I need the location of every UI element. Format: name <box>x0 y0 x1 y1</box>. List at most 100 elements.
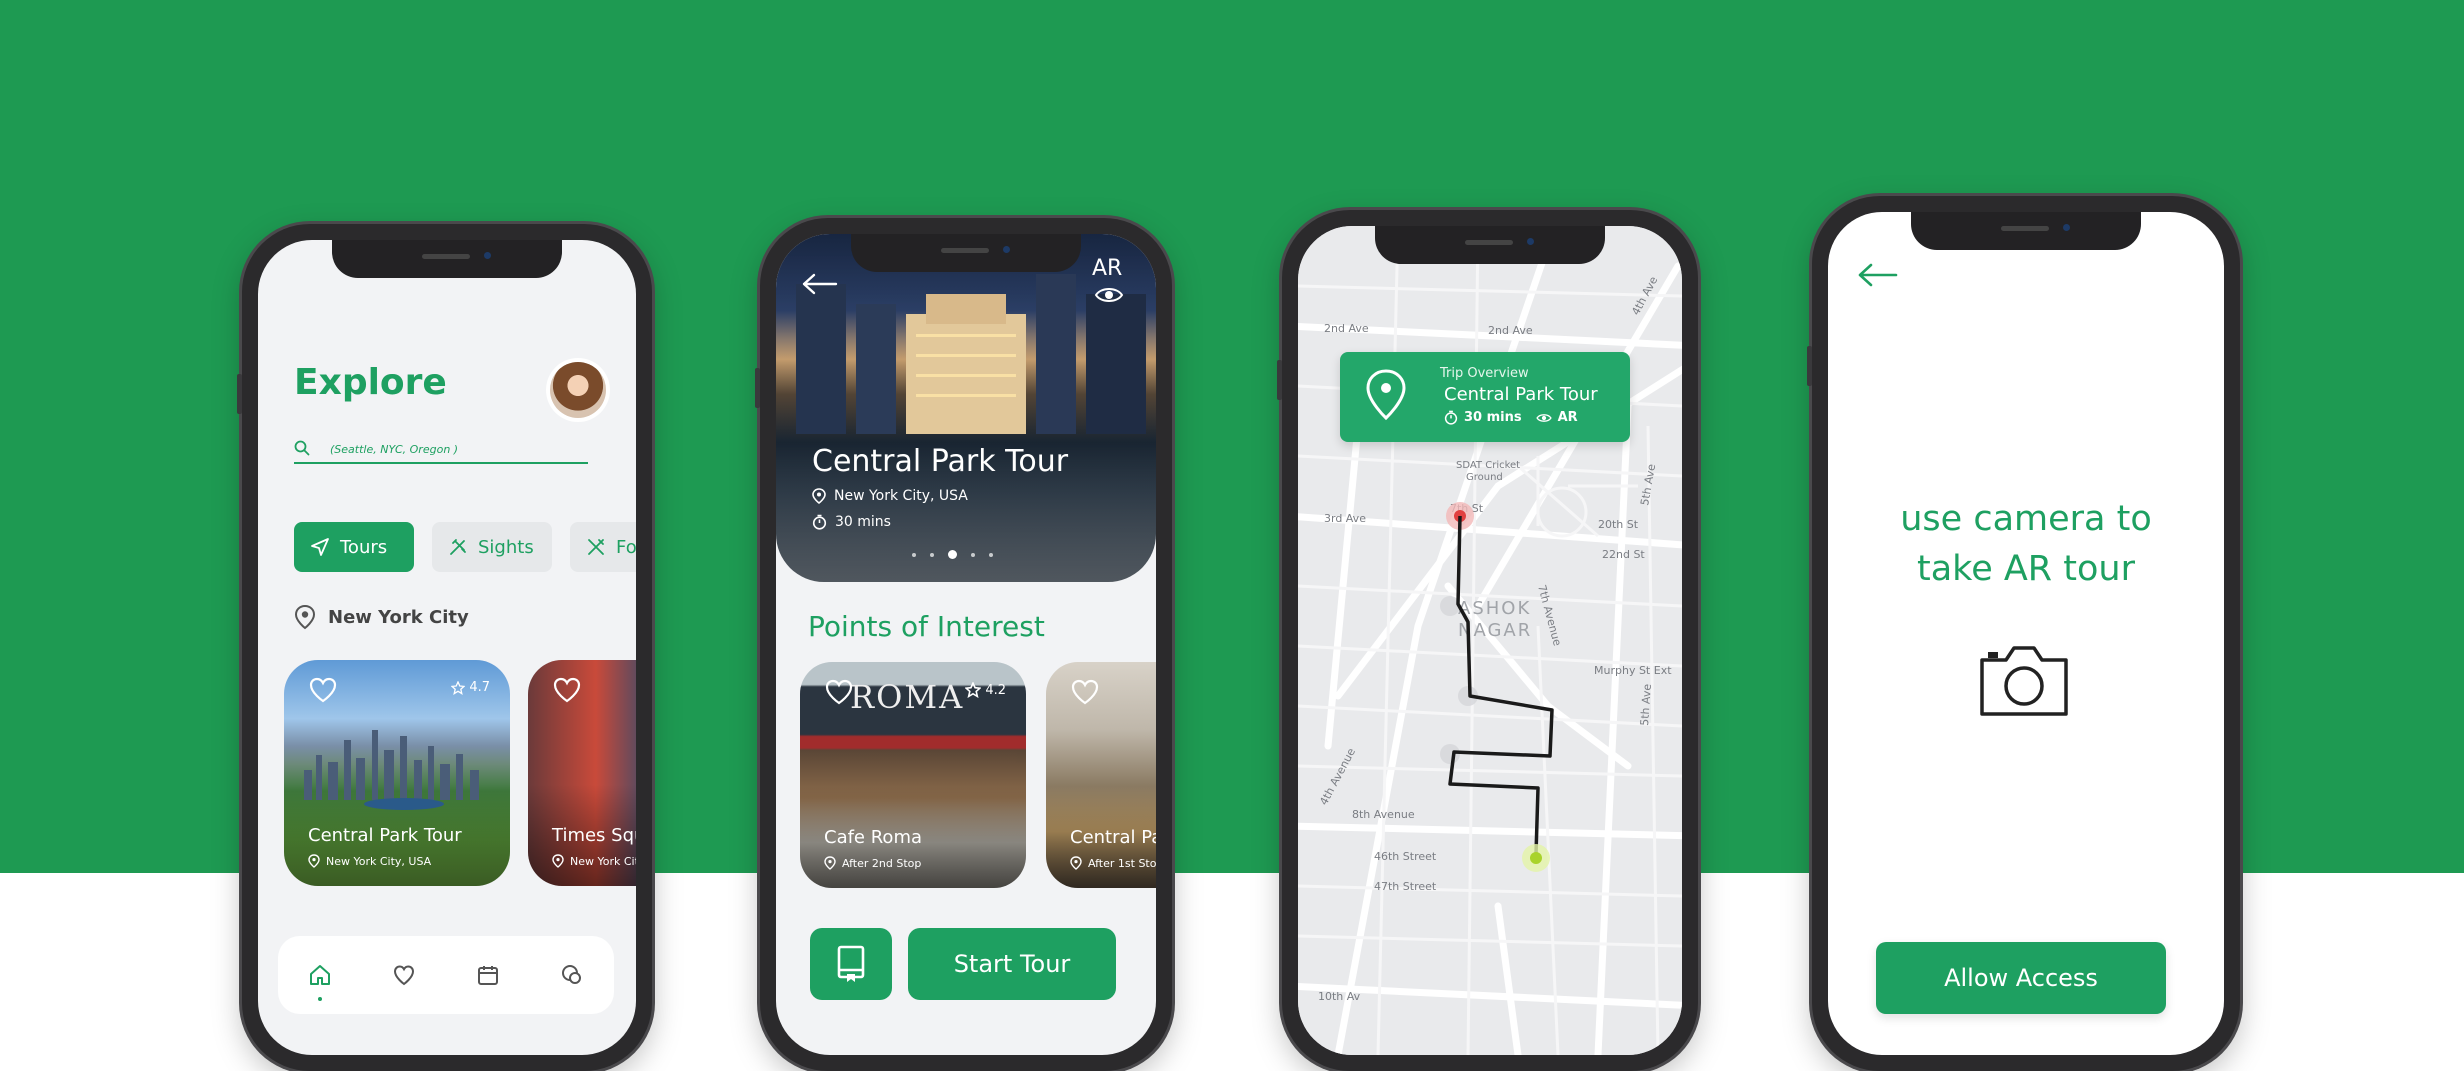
chip-label: Tours <box>340 536 388 558</box>
carousel-dot[interactable] <box>971 552 975 557</box>
favorite-heart-icon[interactable] <box>308 676 338 704</box>
chip-food[interactable]: Food <box>570 522 636 572</box>
tour-location: New York City, USA <box>812 488 968 504</box>
tour-title: Central Park Tour <box>812 444 1069 479</box>
phone-tour-detail: AR Central Park Tour New York City, USA <box>755 218 1172 1071</box>
street-label: Murphy St Ext <box>1594 664 1672 677</box>
camera-permission-screen: use camera to take AR tour Allow Access <box>1828 212 2224 1055</box>
location-label: New York City <box>328 606 469 628</box>
camera-prompt-text: use camera to take AR tour <box>1828 494 2224 594</box>
cafe-sign-text: ROMA <box>850 678 965 716</box>
route-stop-marker[interactable] <box>1440 744 1460 764</box>
place-label: SDAT Cricket <box>1456 460 1520 471</box>
carousel-dot[interactable] <box>930 552 934 557</box>
street-label: 3rd Ave <box>1324 512 1366 525</box>
home-icon <box>310 965 330 985</box>
carousel-pagination[interactable] <box>912 550 993 559</box>
trip-overview-card[interactable]: Trip Overview Central Park Tour 30 mins … <box>1340 352 1630 442</box>
phone-map: 2nd Ave 2nd Ave 4th Ave 3rd Ave 20th St … <box>1277 210 1698 1071</box>
card-title: Times Square Tour <box>552 825 636 846</box>
card-title: Central Park <box>1070 827 1156 848</box>
card-subtitle-text: After 1st Stop <box>1088 856 1156 870</box>
rating-value: 4.2 <box>985 682 1006 698</box>
trip-overview-label: Trip Overview <box>1440 366 1529 381</box>
map-screen: 2nd Ave 2nd Ave 4th Ave 3rd Ave 20th St … <box>1298 226 1682 1055</box>
phone-side-button <box>1807 346 1812 386</box>
calendar-icon <box>478 966 498 985</box>
map-pin-icon <box>1366 369 1406 421</box>
navigation-arrow-icon <box>311 538 329 556</box>
section-title: Points of Interest <box>808 610 1045 643</box>
map-pin-icon <box>812 488 826 504</box>
back-arrow-icon[interactable] <box>800 272 840 296</box>
carousel-dot-active[interactable] <box>948 550 957 559</box>
card-subtitle: New York City, USA <box>308 854 431 868</box>
poi-card-cafe-roma[interactable]: ROMA 4.2 Cafe Roma After 2nd Stop <box>800 662 1026 888</box>
phone-notch <box>1911 212 2141 250</box>
chip-sights[interactable]: Sights <box>432 522 552 572</box>
stopwatch-icon <box>1444 410 1458 425</box>
phone-side-button <box>755 368 760 408</box>
tour-card-times-square[interactable]: Times Square Tour New York City, USA <box>528 660 636 886</box>
search-bar[interactable] <box>294 436 588 464</box>
card-subtitle-text: After 2nd Stop <box>842 856 922 870</box>
street-label: 8th Avenue <box>1352 808 1415 821</box>
tour-location-text: New York City, USA <box>834 488 968 504</box>
favorite-heart-icon[interactable] <box>824 678 854 706</box>
favorite-heart-icon[interactable] <box>552 676 582 704</box>
rating-value: 4.7 <box>469 680 490 695</box>
street-label: 46th Street <box>1374 850 1437 863</box>
street-label: 47th Street <box>1374 880 1437 893</box>
poi-card-central-park[interactable]: Central Park After 1st Stop <box>1046 662 1156 888</box>
map-pin-icon <box>824 856 836 870</box>
camera-prompt-line: take AR tour <box>1917 549 2135 589</box>
avatar[interactable] <box>550 362 606 418</box>
rating-badge: 4.7 <box>451 680 490 695</box>
stopwatch-icon <box>812 514 827 530</box>
ar-toggle-label[interactable]: AR <box>1092 256 1122 281</box>
phone-explore: Explore Tours Sights Food <box>237 224 652 1071</box>
chip-label: Food <box>616 536 636 558</box>
map-pin-icon <box>552 854 564 868</box>
carousel-dot[interactable] <box>912 552 916 557</box>
nav-messages[interactable] <box>552 955 592 995</box>
carousel-dot[interactable] <box>989 552 993 557</box>
route-end-marker[interactable] <box>1530 852 1542 864</box>
map-pin-icon <box>294 604 316 630</box>
hero-image: AR Central Park Tour New York City, USA <box>776 234 1156 582</box>
camera-icon <box>1980 646 2068 716</box>
phone-side-button <box>1277 360 1282 400</box>
route-map[interactable]: 2nd Ave 2nd Ave 4th Ave 3rd Ave 20th St … <box>1298 226 1682 1055</box>
allow-access-button[interactable]: Allow Access <box>1876 942 2166 1014</box>
trip-title: Central Park Tour <box>1444 384 1598 405</box>
place-label: Ground <box>1466 472 1503 483</box>
nav-home[interactable] <box>300 955 340 1001</box>
favorite-heart-icon[interactable] <box>1070 678 1100 706</box>
tour-detail-screen: AR Central Park Tour New York City, USA <box>776 234 1156 1055</box>
heart-icon <box>393 965 415 986</box>
search-icon <box>294 440 310 456</box>
chip-tours[interactable]: Tours <box>294 522 414 572</box>
nav-favorites[interactable] <box>384 955 424 995</box>
eye-icon[interactable] <box>1094 284 1124 306</box>
street-label: 10th Av <box>1318 990 1361 1003</box>
back-arrow-icon[interactable] <box>1856 262 1900 288</box>
star-icon <box>451 680 466 695</box>
map-pin-icon <box>308 854 320 868</box>
search-input[interactable] <box>330 438 580 460</box>
location-selector[interactable]: New York City <box>294 604 469 630</box>
phone-notch <box>1375 226 1605 264</box>
eye-icon <box>1535 413 1552 422</box>
active-indicator <box>318 997 322 1001</box>
trip-ar-text: AR <box>1557 410 1578 425</box>
trip-meta: 30 mins AR <box>1444 410 1578 425</box>
card-title: Central Park Tour <box>308 825 462 846</box>
guidebook-button[interactable] <box>810 928 892 1000</box>
nav-calendar[interactable] <box>468 955 508 995</box>
card-subtitle: After 2nd Stop <box>824 856 921 870</box>
map-pin-icon <box>1070 856 1082 870</box>
attraction-icon <box>450 539 466 555</box>
card-subtitle: After 1st Stop <box>1070 856 1156 870</box>
start-tour-button[interactable]: Start Tour <box>908 928 1116 1000</box>
tour-card-central-park[interactable]: 4.7 Central Park Tour New York City, USA <box>284 660 510 886</box>
